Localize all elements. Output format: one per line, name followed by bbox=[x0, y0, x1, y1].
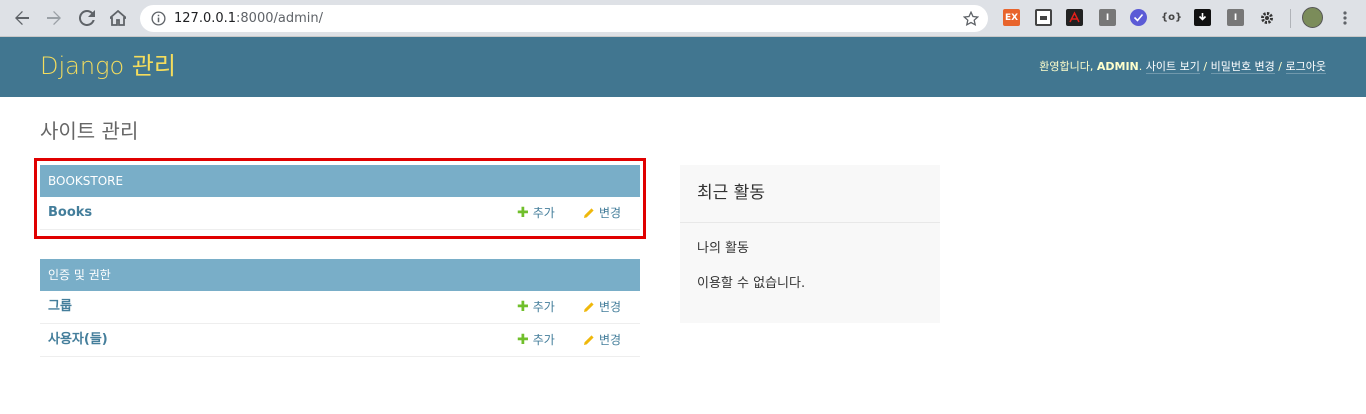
table-row: 사용자(들) ✚ 추가 변경 bbox=[40, 324, 640, 357]
profile-avatar[interactable] bbox=[1302, 7, 1323, 28]
recent-actions-panel: 최근 활동 나의 활동 이용할 수 없습니다. bbox=[680, 165, 940, 323]
url-host: 127.0.0.1 bbox=[174, 11, 237, 26]
page-title: 사이트 관리 bbox=[40, 119, 139, 143]
plus-icon: ✚ bbox=[517, 332, 529, 348]
add-link[interactable]: ✚ 추가 bbox=[517, 299, 555, 315]
user-tools: 환영합니다, ADMIN. 사이트 보기 / 비밀번호 변경 / 로그아웃 bbox=[1039, 60, 1326, 74]
screen-extension-icon[interactable] bbox=[1035, 9, 1052, 26]
separator: / bbox=[1278, 60, 1283, 73]
username: ADMIN bbox=[1096, 60, 1139, 73]
view-site-link[interactable]: 사이트 보기 bbox=[1145, 60, 1200, 74]
tab2-extension-icon[interactable]: I bbox=[1227, 9, 1244, 26]
address-bar[interactable]: 127.0.0.1:8000/admin/ bbox=[140, 5, 988, 32]
check-extension-icon[interactable] bbox=[1130, 9, 1147, 26]
app-module-auth: 인증 및 권한 그룹 ✚ 추가 변경 사용자(들) ✚ 추가 변경 bbox=[40, 259, 640, 357]
highlight-box bbox=[34, 158, 646, 239]
url-path: :8000/admin/ bbox=[236, 11, 323, 26]
change-link[interactable]: 변경 bbox=[583, 299, 621, 315]
change-label: 변경 bbox=[599, 333, 622, 347]
tab-extension-icon[interactable]: I bbox=[1099, 9, 1116, 26]
site-branding[interactable]: Django 관리 bbox=[40, 51, 176, 81]
change-label: 변경 bbox=[599, 300, 622, 314]
recent-actions-title: 최근 활동 bbox=[697, 183, 765, 203]
browser-toolbar: 127.0.0.1:8000/admin/ EX I {o} I bbox=[0, 0, 1366, 37]
menu-kebab-icon[interactable] bbox=[1333, 6, 1357, 30]
reload-icon[interactable] bbox=[75, 6, 99, 30]
logout-link[interactable]: 로그아웃 bbox=[1285, 60, 1326, 74]
download-extension-icon[interactable] bbox=[1194, 9, 1211, 26]
info-icon[interactable] bbox=[150, 10, 167, 27]
divider bbox=[680, 222, 940, 223]
change-password-link[interactable]: 비밀번호 변경 bbox=[1210, 60, 1275, 74]
change-link[interactable]: 변경 bbox=[583, 332, 621, 348]
my-actions-heading: 나의 활동 bbox=[697, 241, 749, 256]
model-link[interactable]: 사용자(들) bbox=[48, 332, 108, 348]
pencil-icon bbox=[584, 302, 594, 312]
app-caption[interactable]: 인증 및 권한 bbox=[40, 259, 640, 291]
gear-icon[interactable] bbox=[1258, 9, 1275, 26]
back-arrow-icon[interactable] bbox=[10, 6, 34, 30]
ex-extension-icon[interactable]: EX bbox=[1003, 9, 1020, 26]
pencil-icon bbox=[584, 335, 594, 345]
url-text: 127.0.0.1:8000/admin/ bbox=[174, 10, 323, 27]
add-label: 추가 bbox=[532, 300, 555, 314]
admin-header: Django 관리 환영합니다, ADMIN. 사이트 보기 / 비밀번호 변경… bbox=[0, 37, 1366, 97]
separator: / bbox=[1203, 60, 1208, 73]
forward-arrow-icon[interactable] bbox=[42, 6, 66, 30]
home-icon[interactable] bbox=[106, 6, 130, 30]
pdf-extension-icon[interactable] bbox=[1066, 9, 1083, 26]
welcome-text: 환영합니다, bbox=[1039, 60, 1094, 73]
add-link[interactable]: ✚ 추가 bbox=[517, 332, 555, 348]
no-actions-text: 이용할 수 없습니다. bbox=[697, 276, 806, 291]
bracket-extension-icon[interactable]: {o} bbox=[1161, 9, 1182, 26]
bookmark-star-icon[interactable] bbox=[961, 9, 980, 28]
model-link[interactable]: 그룹 bbox=[48, 299, 72, 315]
plus-icon: ✚ bbox=[517, 299, 529, 315]
toolbar-divider bbox=[1290, 9, 1291, 28]
add-label: 추가 bbox=[532, 333, 555, 347]
table-row: 그룹 ✚ 추가 변경 bbox=[40, 291, 640, 324]
